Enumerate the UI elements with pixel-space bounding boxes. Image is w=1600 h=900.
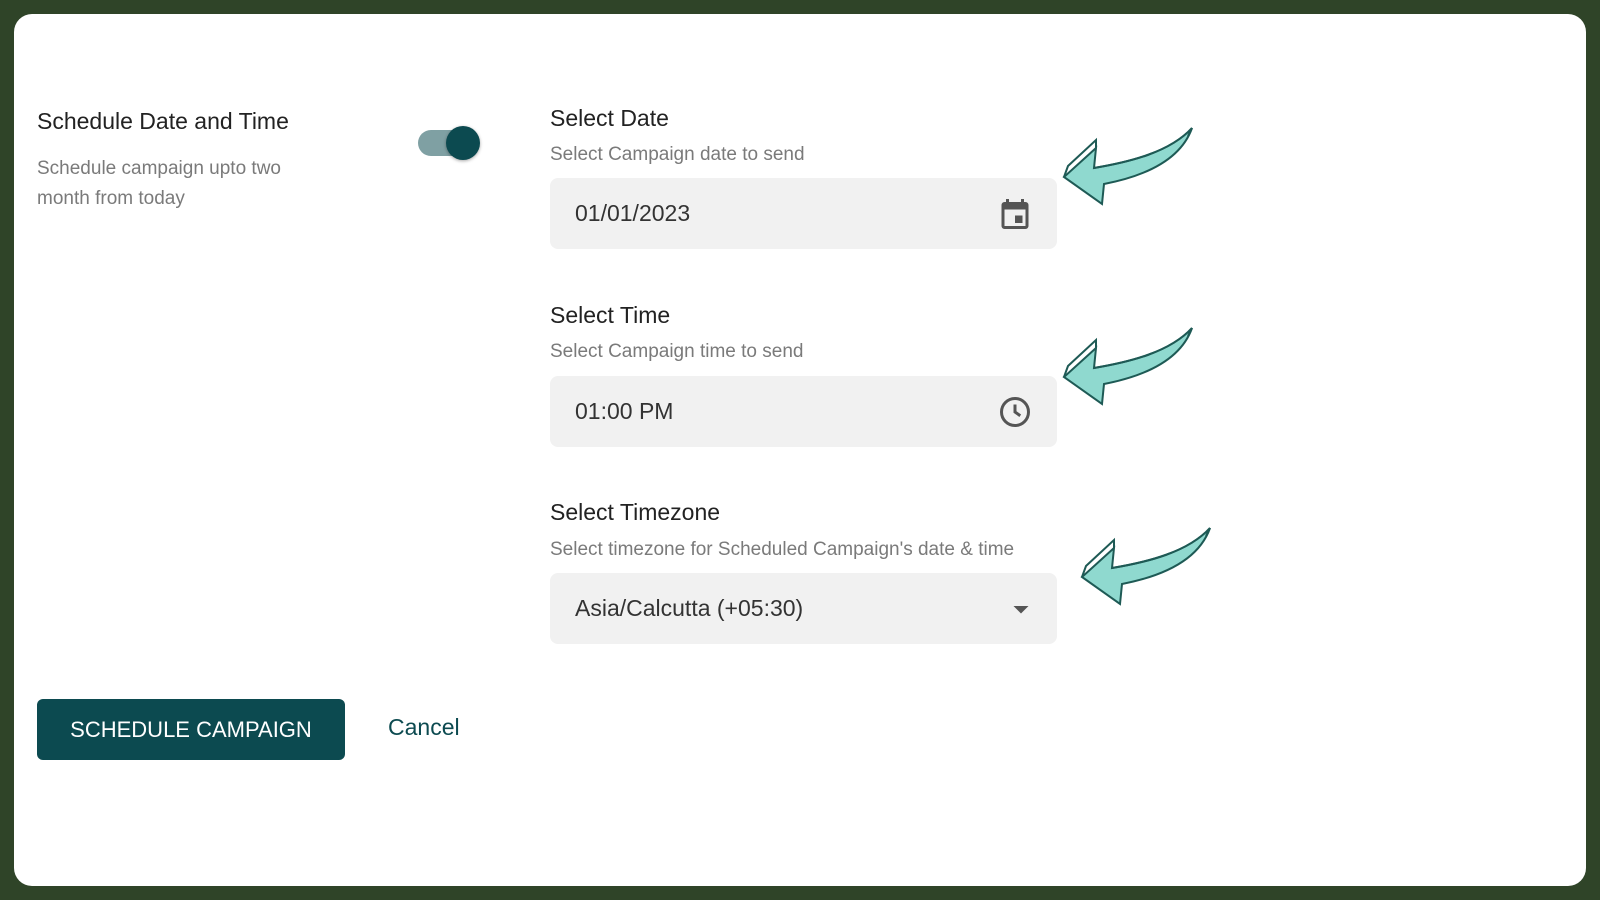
arrow-annotation-icon: [1062, 127, 1193, 206]
time-sublabel: Select Campaign time to send: [550, 341, 804, 362]
toggle-knob: [446, 126, 480, 160]
time-label: Select Time: [550, 302, 671, 328]
date-sublabel: Select Campaign date to send: [550, 144, 805, 165]
schedule-panel: Schedule Date and Time Schedule campaign…: [14, 14, 1586, 886]
date-value: 01/01/2023: [575, 200, 691, 226]
arrow-annotation-icon: [1062, 327, 1193, 406]
clock-icon[interactable]: [997, 394, 1033, 430]
timezone-label: Select Timezone: [550, 499, 721, 525]
schedule-title: Schedule Date and Time: [37, 108, 289, 134]
timezone-value: Asia/Calcutta (+05:30): [575, 595, 804, 621]
date-label: Select Date: [550, 105, 669, 131]
dropdown-arrow-icon[interactable]: [1003, 591, 1039, 627]
schedule-description: Schedule campaign upto two month from to…: [37, 158, 281, 209]
timezone-select[interactable]: Asia/Calcutta (+05:30): [550, 573, 1057, 644]
time-value: 01:00 PM: [575, 398, 674, 424]
date-input[interactable]: 01/01/2023: [550, 178, 1057, 249]
schedule-campaign-button[interactable]: SCHEDULE CAMPAIGN: [37, 699, 345, 760]
arrow-annotation-icon: [1080, 527, 1211, 606]
timezone-sublabel: Select timezone for Scheduled Campaign's…: [550, 539, 1015, 560]
time-input[interactable]: 01:00 PM: [550, 376, 1057, 447]
calendar-icon[interactable]: [997, 196, 1033, 232]
schedule-toggle[interactable]: [416, 121, 480, 160]
cancel-button[interactable]: Cancel: [388, 714, 460, 741]
